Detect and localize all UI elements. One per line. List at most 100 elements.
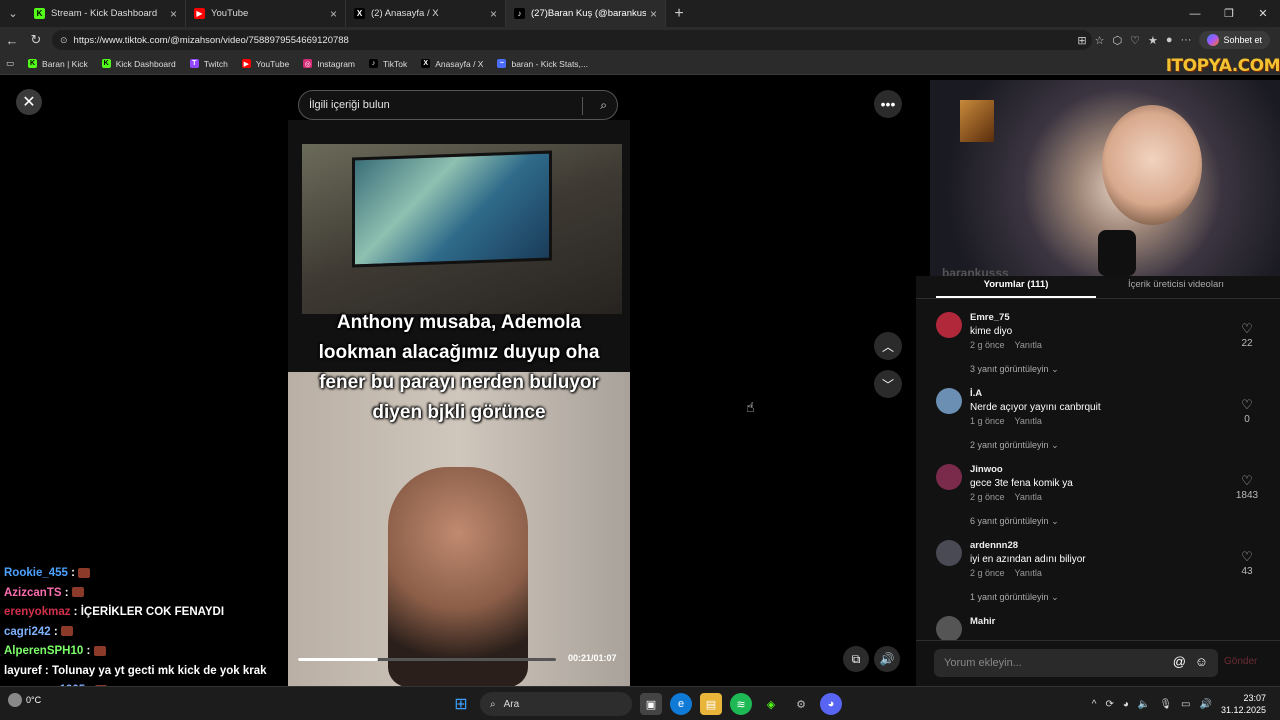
new-tab-button[interactable]: + [666,5,692,23]
reply-button[interactable]: Yanıtla [1015,568,1042,578]
reading-view-icon[interactable]: ▭ [6,58,14,69]
view-replies-button[interactable]: 1 yanıt görüntüleyin ⌄ [970,592,1059,603]
comment-input[interactable]: Yorum ekleyin... @ ☺ [934,649,1218,677]
volume-icon[interactable]: 🔊 [1200,699,1212,710]
reply-button[interactable]: Yanıtla [1015,416,1042,426]
more-options-icon[interactable]: ··· [1180,34,1191,46]
comment-username[interactable]: Mahir [970,616,995,627]
reply-button[interactable]: Yanıtla [1015,340,1042,350]
weather-widget[interactable]: 0°C [8,693,41,707]
bookmark-item[interactable]: ▶ YouTube [241,59,289,69]
video-top-frame [302,144,622,314]
video-progress-bar[interactable] [298,658,556,661]
avatar[interactable] [936,616,962,642]
bookmark-item[interactable]: T Twitch [189,59,228,69]
more-options-button[interactable]: ••• [874,90,902,118]
file-explorer-icon[interactable]: ▤ [700,693,722,715]
bookmark-item[interactable]: ♪ TikTok [369,59,407,69]
browser-essentials-icon[interactable]: ♡ [1130,34,1140,47]
avatar[interactable] [936,388,962,414]
avatar[interactable] [936,312,962,338]
app-available-icon[interactable]: ⊞ [1077,34,1086,47]
send-button[interactable]: Gönder [1224,656,1257,667]
close-window-icon[interactable]: ✕ [1246,0,1280,27]
heart-icon: ♡ [1241,321,1253,336]
favorites-icon[interactable]: ★ [1148,34,1158,47]
browser-tab[interactable]: X (2) Anasayfa / X × [346,0,506,27]
bookmark-favicon-icon: ♪ [369,59,379,68]
like-button[interactable]: ♡ 0 [1232,398,1262,426]
view-replies-button[interactable]: 2 yanıt görüntüleyin ⌄ [970,440,1059,451]
tab-creator-videos[interactable]: İçerik üreticisi videoları [1096,276,1256,298]
discord-icon[interactable]: ◕ [820,693,842,715]
steam-icon[interactable]: ⚙ [790,693,812,715]
copilot-button[interactable]: Sohbet et [1199,31,1270,49]
chevron-down-icon: ⌄ [1051,516,1059,526]
tab-label: (27)Baran Kuş (@barankusss) [531,8,646,19]
url-input[interactable]: ⊙ https://www.tiktok.com/@mizahson/video… [52,30,1092,50]
tab-close-icon[interactable]: × [490,7,497,21]
bookmark-item[interactable]: ~ baran - Kick Stats,... [497,59,588,69]
related-search-input[interactable]: İlgili içeriği bulun ⌕ [298,90,618,120]
site-info-icon[interactable]: ⊙ [60,35,68,46]
like-button[interactable]: ♡ 22 [1232,321,1262,350]
tab-close-icon[interactable]: × [170,7,177,21]
restore-icon[interactable]: ❐ [1212,0,1246,27]
bookmark-item[interactable]: ◎ Instagram [303,59,355,69]
next-video-button[interactable]: ﹀ [874,370,902,398]
comment-meta: 1 g önce Yanıtla [970,416,1052,426]
speaker-icon[interactable]: 🔈 [1138,699,1150,710]
sync-icon[interactable]: ⟳ [1105,699,1113,710]
like-button[interactable]: ♡ 1843 [1232,474,1262,502]
video-player[interactable]: Anthony musaba, Ademola lookman alacağım… [288,120,630,686]
spotify-icon[interactable]: ≋ [730,693,752,715]
pip-button[interactable]: ⧉ [843,646,869,672]
start-icon[interactable]: ⊞ [450,693,472,715]
comment-username[interactable]: ardennn28 [970,540,1018,551]
avatar[interactable] [936,540,962,566]
volume-button[interactable]: 🔊 [874,646,900,672]
show-hidden-icons[interactable]: ^ [1092,699,1097,710]
close-viewer-button[interactable]: ✕ [16,89,42,115]
edge-browser-icon[interactable]: e [670,693,692,715]
bookmark-item[interactable]: K Kick Dashboard [101,59,176,69]
tab-comments[interactable]: Yorumlar (111) [936,276,1096,298]
emoji-icon[interactable]: ☺ [1195,654,1208,669]
reply-button[interactable]: Yanıtla [1015,492,1042,502]
tab-label: YouTube [211,8,249,19]
previous-video-button[interactable]: ︿ [874,332,902,360]
task-view-icon[interactable]: ▣ [640,693,662,715]
view-replies-button[interactable]: 6 yanıt görüntüleyin ⌄ [970,516,1059,527]
bookmark-item[interactable]: X Anasayfa / X [421,59,483,69]
comment-username[interactable]: İ.A [970,388,982,399]
favorite-star-icon[interactable]: ☆ [1095,34,1105,47]
mic-icon[interactable]: 🎙 [1159,699,1172,710]
comment-username[interactable]: Jinwoo [970,464,1003,475]
extensions-icon[interactable]: ⬡ [1112,34,1122,47]
like-button[interactable]: ♡ 43 [1232,550,1262,578]
display-icon[interactable]: ▭ [1181,699,1190,710]
browser-tab[interactable]: K Stream - Kick Dashboard × [26,0,186,27]
taskbar-search[interactable]: ⌕ Ara [480,692,632,716]
mention-icon[interactable]: @ [1173,654,1186,669]
browser-tab[interactable]: ▶ YouTube × [186,0,346,27]
refresh-icon[interactable]: ↻ [24,27,48,53]
search-icon[interactable]: ⌕ [600,98,607,113]
chat-username: cagri242 [4,625,51,638]
view-replies-button[interactable]: 3 yanıt görüntüleyin ⌄ [970,364,1059,375]
tab-close-icon[interactable]: × [650,7,657,21]
bookmark-favicon-icon: ▶ [241,59,251,68]
browser-tab[interactable]: ♪ (27)Baran Kuş (@barankusss) × [506,0,666,27]
discord-tray-icon[interactable]: ◕ [1123,699,1129,710]
profile-avatar[interactable]: ● [1166,34,1173,46]
comment-username[interactable]: Emre_75 [970,312,1010,323]
kick-app-icon[interactable]: ◈ [760,693,782,715]
bookmark-item[interactable]: K Baran | Kick [28,59,88,69]
minimize-icon[interactable]: — [1178,0,1212,27]
tab-close-icon[interactable]: × [330,7,337,21]
back-icon[interactable]: ← [0,27,24,53]
tab-actions-menu-icon[interactable]: ⌄ [0,0,26,27]
caption-line: lookman alacağımız duyup oha [318,342,600,363]
clock[interactable]: 23:07 31.12.2025 [1221,692,1266,716]
avatar[interactable] [936,464,962,490]
